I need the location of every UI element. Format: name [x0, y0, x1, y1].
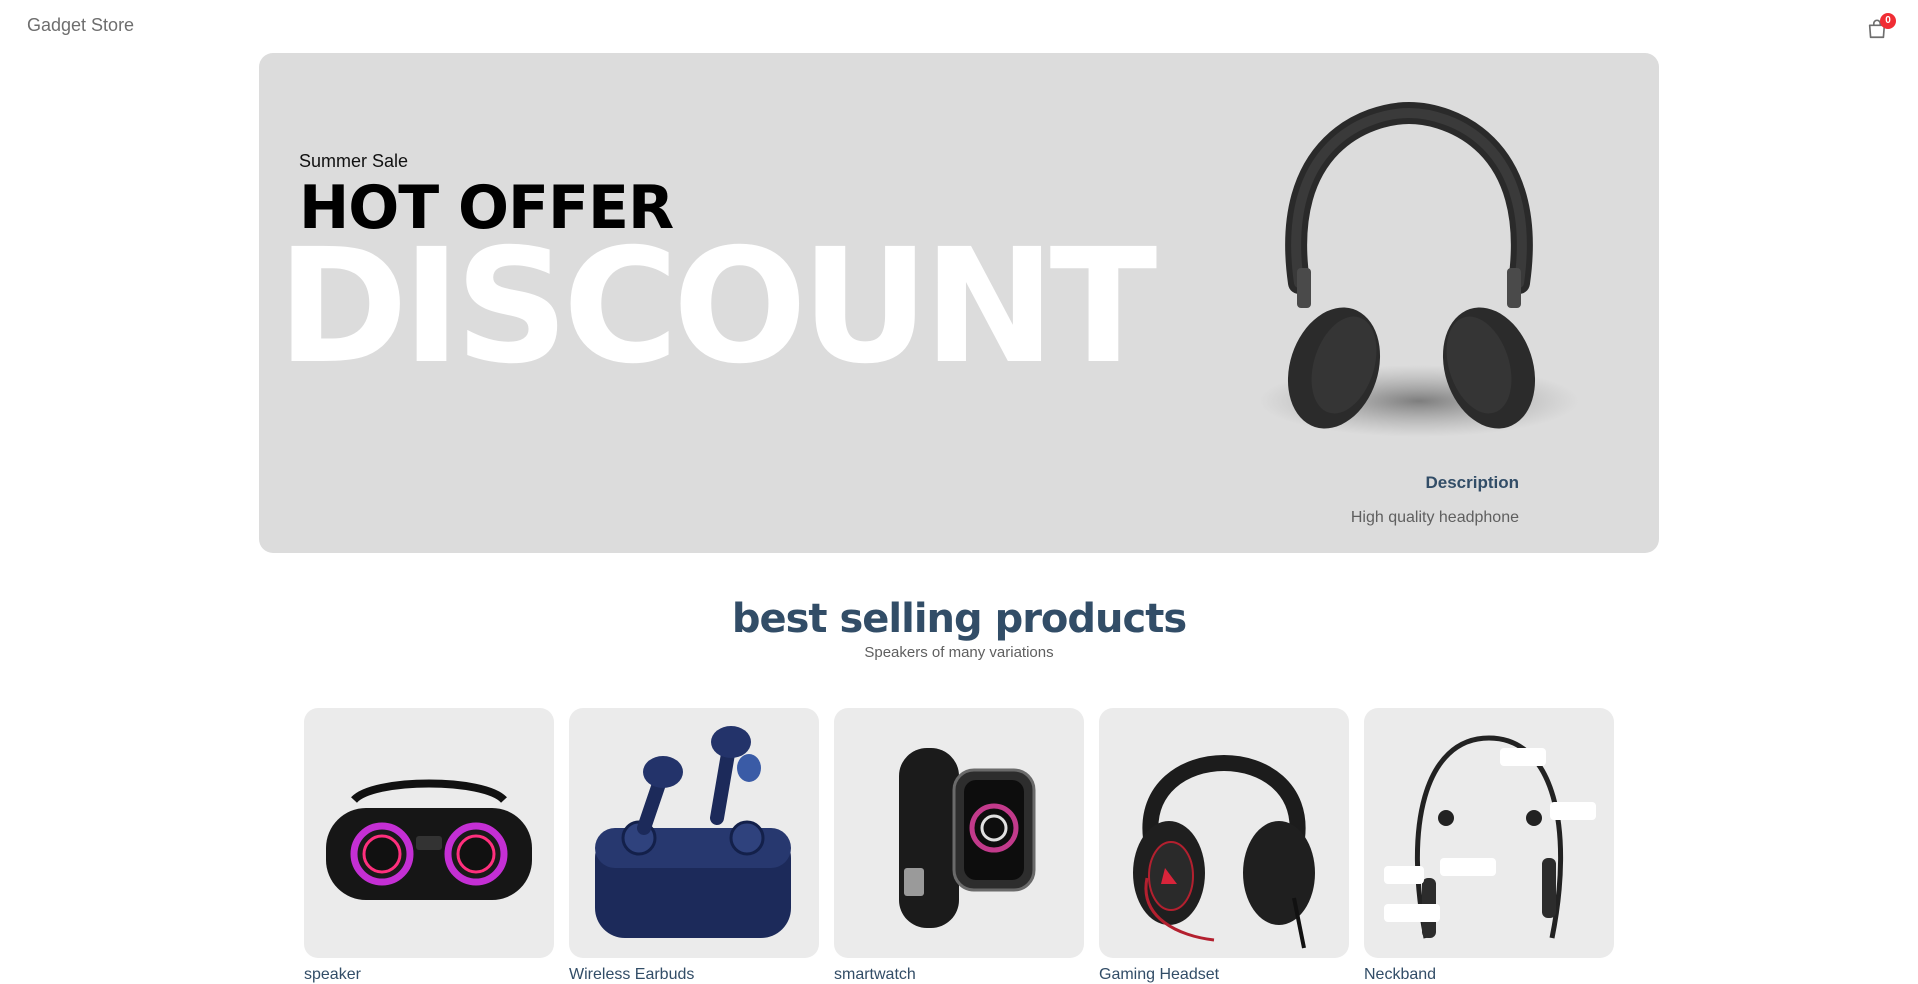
- hero-description-title: Description: [1425, 473, 1519, 492]
- product-image: [1099, 708, 1349, 958]
- product-name: Neckband: [1364, 966, 1437, 983]
- hero-description-text: High quality headphone: [1350, 509, 1519, 526]
- product-image: [1364, 708, 1614, 958]
- cart-button[interactable]: 0: [1866, 13, 1896, 42]
- smartwatch-image: [899, 748, 1036, 928]
- cart-count-badge: 0: [1880, 13, 1896, 29]
- product-name: Wireless Earbuds: [569, 966, 695, 983]
- navbar: Gadget Store 0: [0, 0, 1918, 52]
- products-heading: best selling products Speakers of many v…: [0, 596, 1918, 661]
- product-card[interactable]: speaker: [304, 708, 554, 984]
- product-card[interactable]: smartwatch: [834, 708, 1084, 984]
- product-image: [304, 708, 554, 958]
- product-name: smartwatch: [834, 966, 916, 983]
- product-name: speaker: [304, 966, 361, 983]
- speaker-image: [326, 779, 532, 900]
- section-subtitle: Speakers of many variations: [864, 644, 1054, 661]
- hero-headphone-image: [1259, 101, 1579, 437]
- hero-banner: Summer Sale HOT OFFER DISCOUNT Descripti…: [259, 53, 1659, 553]
- neckband-image: [1384, 735, 1596, 939]
- section-title: best selling products: [731, 596, 1187, 642]
- store-logo-link[interactable]: Gadget Store: [27, 15, 134, 36]
- product-card[interactable]: Wireless Earbuds: [569, 708, 819, 984]
- hero-small-text: Summer Sale: [299, 151, 409, 171]
- product-name: Gaming Headset: [1099, 966, 1220, 983]
- headset-image: [1133, 755, 1315, 949]
- hero-description: Description High quality headphone: [1351, 473, 1519, 527]
- product-card[interactable]: Gaming Headset: [1099, 708, 1349, 984]
- hero-large-text: DISCOUNT: [277, 215, 1157, 399]
- earbuds-image: [595, 726, 791, 938]
- product-image: [569, 708, 819, 958]
- product-card[interactable]: Neckband: [1364, 708, 1614, 984]
- product-image: [834, 708, 1084, 958]
